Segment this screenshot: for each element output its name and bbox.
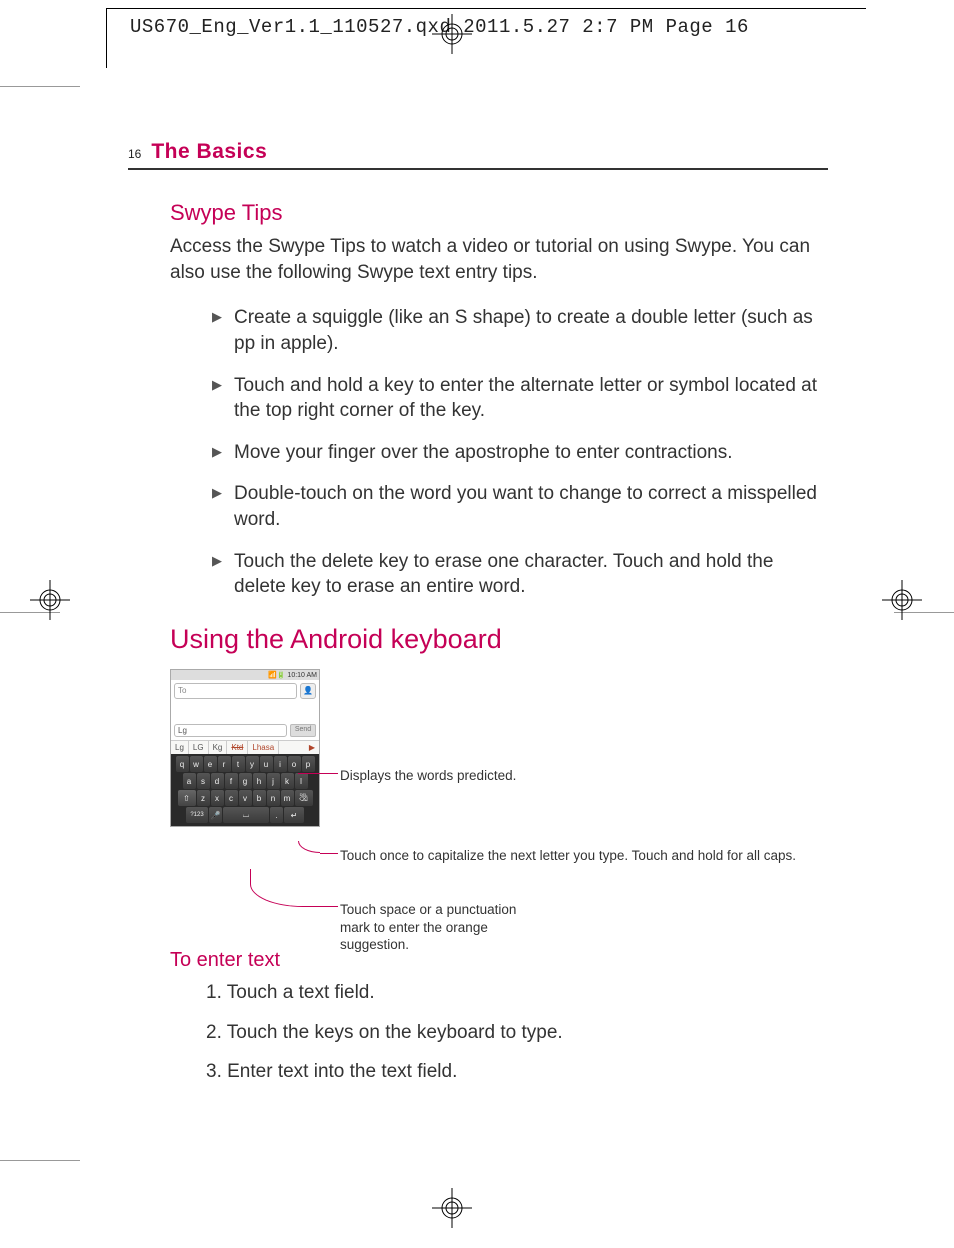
- key-d: d: [211, 773, 224, 789]
- page-number: 16: [128, 147, 141, 161]
- section-title: The Basics: [151, 140, 267, 164]
- suggestion: Ktd: [227, 741, 248, 754]
- key-r: r: [218, 756, 231, 772]
- key-e: e: [204, 756, 217, 772]
- tip-item: ▶ Create a squiggle (like an S shape) to …: [214, 305, 828, 356]
- running-header: 16 The Basics: [128, 140, 828, 170]
- key-n: n: [267, 790, 280, 806]
- send-button: Send: [290, 724, 316, 737]
- bullet-icon: ▶: [212, 443, 222, 461]
- registration-mark-bottom: [432, 1188, 472, 1233]
- step-item: 1. Touch a text field.: [206, 980, 828, 1006]
- bullet-icon: ▶: [212, 308, 222, 326]
- suggestion-bar: Lg LG Kg Ktd Lhasa ▶: [171, 740, 319, 754]
- key-i: i: [274, 756, 287, 772]
- key-enter-icon: ↵: [284, 807, 304, 823]
- registration-mark-left: [30, 580, 70, 625]
- suggestion-more-icon: ▶: [305, 741, 319, 754]
- key-t: t: [232, 756, 245, 772]
- key-h: h: [253, 773, 266, 789]
- registration-mark-right: [882, 580, 922, 625]
- print-header: US670_Eng_Ver1.1_110527.qxd 2011.5.27 2:…: [0, 0, 954, 38]
- tip-text: Double-touch on the word you want to cha…: [234, 483, 817, 530]
- android-keyboard-heading: Using the Android keyboard: [170, 624, 828, 655]
- key-symbols: ?123: [186, 807, 208, 823]
- to-field: To: [174, 683, 297, 699]
- tip-item: ▶ Touch the delete key to erase one chara…: [214, 549, 828, 600]
- tip-item: ▶ Double-touch on the word you want to ch…: [214, 481, 828, 532]
- key-p: p: [302, 756, 315, 772]
- crop-mark-left: [106, 8, 107, 68]
- tip-text: Create a squiggle (like an S shape) to c…: [234, 307, 813, 354]
- suggestion: Lg: [171, 741, 189, 754]
- key-f: f: [225, 773, 238, 789]
- crop-tick: [0, 1160, 80, 1161]
- tip-item: ▶ Move your finger over the apostrophe to…: [214, 440, 828, 466]
- callout-leader: [320, 853, 338, 854]
- step-item: 2. Touch the keys on the keyboard to typ…: [206, 1020, 828, 1046]
- key-l: l: [295, 773, 308, 789]
- key-shift: ⇧: [178, 790, 196, 806]
- key-mic-icon: 🎤: [209, 807, 222, 823]
- del-icon: ⌫: [299, 797, 307, 803]
- enter-text-steps: 1. Touch a text field. 2. Touch the keys…: [206, 980, 828, 1085]
- key-o: o: [288, 756, 301, 772]
- tip-text: Touch and hold a key to enter the altern…: [234, 375, 817, 422]
- key-c: c: [225, 790, 238, 806]
- message-field: Lg: [174, 724, 287, 737]
- phone-screenshot: 📶🔋 10:10 AM To 👤 Lg Send Lg LG Kg Ktd Lh…: [170, 669, 320, 827]
- callout-leader: [298, 841, 320, 853]
- callout-leader: [298, 773, 338, 774]
- add-contact-icon: 👤: [300, 683, 316, 699]
- suggestion: Kg: [209, 741, 228, 754]
- callout-shift: Touch once to capitalize the next letter…: [340, 847, 796, 865]
- swype-tips-heading: Swype Tips: [170, 200, 828, 226]
- key-s: s: [197, 773, 210, 789]
- key-w: w: [190, 756, 203, 772]
- key-j: j: [267, 773, 280, 789]
- tip-item: ▶ Touch and hold a key to enter the alter…: [214, 373, 828, 424]
- callout-space: Touch space or a punctuation mark to ent…: [340, 901, 540, 954]
- bullet-icon: ▶: [212, 376, 222, 394]
- tip-text: Move your finger over the apostrophe to …: [234, 442, 733, 463]
- callout-leader: [250, 869, 338, 907]
- crop-tick: [0, 86, 80, 87]
- key-a: a: [183, 773, 196, 789]
- page-content: 16 The Basics Swype Tips Access the Swyp…: [128, 140, 828, 1099]
- compose-area: [171, 702, 319, 724]
- swype-tips-list: ▶ Create a squiggle (like an S shape) to …: [214, 305, 828, 600]
- key-g: g: [239, 773, 252, 789]
- bullet-icon: ▶: [212, 552, 222, 570]
- crop-mark-top: [106, 8, 866, 9]
- key-q: q: [176, 756, 189, 772]
- key-z: z: [197, 790, 210, 806]
- key-m: m: [281, 790, 294, 806]
- key-space: ⌴: [223, 807, 269, 823]
- bullet-icon: ▶: [212, 484, 222, 502]
- key-period: .: [270, 807, 283, 823]
- key-v: v: [239, 790, 252, 806]
- keyboard-figure: 📶🔋 10:10 AM To 👤 Lg Send Lg LG Kg Ktd Lh…: [170, 669, 820, 949]
- suggestion-highlighted: Lhasa: [248, 741, 279, 754]
- status-bar: 📶🔋 10:10 AM: [171, 670, 319, 680]
- step-item: 3. Enter text into the text field.: [206, 1059, 828, 1085]
- registration-mark-top: [432, 14, 472, 59]
- swype-intro: Access the Swype Tips to watch a video o…: [170, 234, 828, 285]
- callout-predictions: Displays the words predicted.: [340, 767, 516, 785]
- suggestion: LG: [189, 741, 209, 754]
- key-x: x: [211, 790, 224, 806]
- key-k: k: [281, 773, 294, 789]
- status-time: 10:10 AM: [287, 672, 317, 679]
- key-u: u: [260, 756, 273, 772]
- keyboard: q w e r t y u i o p a s d f g h: [171, 754, 319, 826]
- key-y: y: [246, 756, 259, 772]
- tip-text: Touch the delete key to erase one charac…: [234, 551, 773, 598]
- key-b: b: [253, 790, 266, 806]
- key-delete: DEL⌫: [295, 790, 313, 806]
